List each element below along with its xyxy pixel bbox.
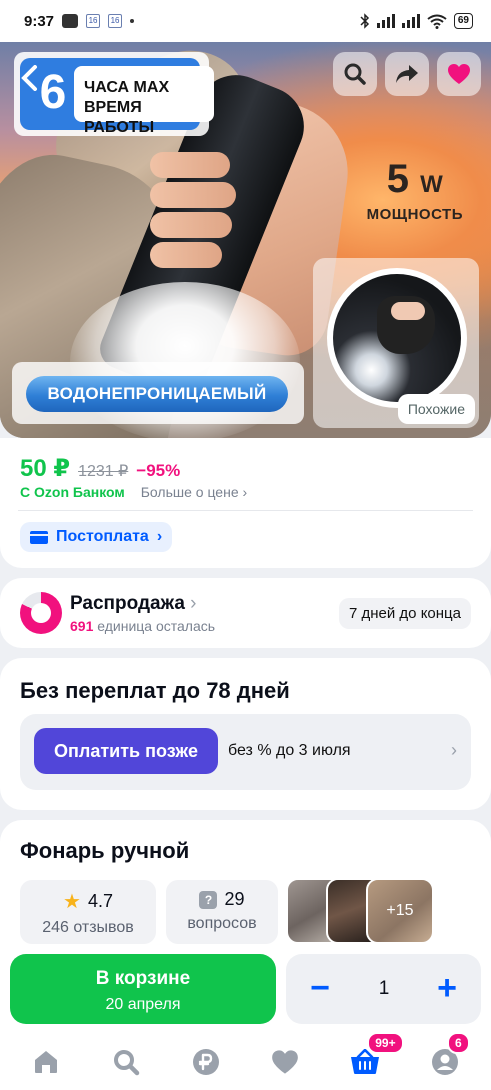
purchase-bar: В корзине 20 апреля − 1 + [0,944,491,1034]
sale-section[interactable]: Распродажа › 691 единица осталась 7 дней… [0,578,491,648]
heart-icon [272,1050,299,1074]
more-photos-thumbnail[interactable]: +15 [366,878,434,944]
similar-label: Похожие [397,394,475,424]
status-time: 9:37 [24,12,55,30]
reviews-count: 246 отзывов [42,919,134,936]
question-icon: ? [199,890,218,909]
cart-badge: 99+ [367,1032,404,1054]
chevron-left-icon [21,65,37,91]
home-icon [34,1051,57,1073]
review-photos[interactable]: +15 [286,878,436,946]
star-icon: ★ [63,891,81,913]
card-icon [30,530,48,544]
product-gallery[interactable]: 6 ЧАСА MAX ВРЕМЯ РАБОТЫ 5 W МОЩНОСТЬ ВОД… [0,42,491,438]
pay-later-row[interactable]: Оплатить позже без % до 3 июля › [20,714,471,790]
in-cart-button[interactable]: В корзине 20 апреля [10,954,276,1024]
questions-label: вопросов [187,915,257,932]
reviews-button[interactable]: ★ 4.7 246 отзывов [20,880,156,944]
pay-later-section: Без переплат до 78 дней Оплатить позже б… [0,658,491,810]
units-left-count: 691 [70,618,94,634]
signal-icon [401,14,420,28]
signal-icon [376,14,395,28]
units-left-label: единица осталась [97,618,216,634]
days-left-badge: 7 дней до конца [339,598,471,629]
quantity-value: 1 [378,978,390,999]
delivery-date: 20 апреля [105,996,181,1013]
sale-progress-icon [20,592,62,634]
battery-icon: 69 [453,13,473,29]
increase-quantity-button[interactable]: + [427,968,467,1010]
wifi-icon [427,14,447,29]
chevron-right-icon: › [156,528,163,545]
rating-value: 4.7 [87,891,113,911]
pay-later-title: Без переплат до 78 дней [20,678,290,703]
back-button[interactable] [20,58,52,98]
search-icon [344,63,366,85]
waterproof-label: ВОДОНЕПРОНИЦАЕМЫЙ [26,376,288,412]
more-notifications-icon [130,19,135,23]
power-label: МОЩНОСТЬ [366,206,463,223]
decrease-quantity-button[interactable]: − [300,968,340,1010]
pay-later-button[interactable]: Оплатить позже [34,728,218,774]
price-section: 50 ₽ 1231 ₽ −95% С Ozon Банком Больше о … [0,438,491,568]
share-icon [396,65,418,83]
search-icon [113,1050,139,1076]
similar-product-image [333,274,461,402]
profile-badge: 6 [447,1032,470,1054]
share-button[interactable] [385,52,429,96]
calendar-icon: 16 [108,14,123,28]
questions-button[interactable]: ? 29 вопросов [166,880,278,944]
price-details-link[interactable]: Больше о цене › [141,484,247,500]
calendar-icon: 16 [86,14,101,28]
similar-products-button[interactable]: Похожие [313,258,479,428]
bluetooth-icon [360,13,369,29]
power-value: 5 [386,157,410,201]
tab-search[interactable] [102,1042,150,1082]
tab-finance[interactable] [182,1042,230,1082]
product-info-section: Фонарь ручной ★ 4.7 246 отзывов ? 29 вопро… [0,820,491,960]
app-notification-icon [62,14,79,28]
hours-text: ЧАСА MAX ВРЕМЯ РАБОТЫ [74,66,214,136]
divider [18,510,473,511]
tab-profile[interactable]: 6 [421,1032,470,1082]
power-unit: W [420,171,443,198]
fingers-image [150,152,240,272]
tab-cart[interactable]: 99+ [341,1032,404,1082]
bottom-tab-bar: 99+ 6 [0,1032,491,1090]
power-badge: 5 W МОЩНОСТЬ [367,158,463,223]
old-price: 1231 ₽ [78,463,129,480]
status-bar: 9:37 16 16 69 [0,0,491,42]
product-title: Фонарь ручной [20,838,190,863]
postpay-button[interactable]: Постоплата › [20,522,173,552]
favorite-button[interactable] [437,52,481,96]
ozon-bank-label: С Ozon Банком [20,484,125,500]
discount-badge: −95% [136,461,181,480]
quantity-stepper: − 1 + [286,954,481,1024]
chevron-right-icon: › [242,484,248,500]
chevron-right-icon: › [190,593,197,614]
chevron-right-icon: › [451,740,457,760]
hero-actions [333,52,481,96]
questions-count: 29 [224,889,245,909]
tab-favorites[interactable] [261,1042,309,1082]
in-cart-label: В корзине [95,968,191,989]
sale-title: Распродажа [70,593,185,614]
search-button[interactable] [333,52,377,96]
pay-later-description: без % до 3 июля [228,742,351,759]
ruble-icon [192,1049,219,1075]
tab-home[interactable] [22,1042,70,1082]
heart-icon [448,64,470,84]
current-price: 50 ₽ [20,455,71,482]
waterproof-badge: ВОДОНЕПРОНИЦАЕМЫЙ [12,362,304,424]
